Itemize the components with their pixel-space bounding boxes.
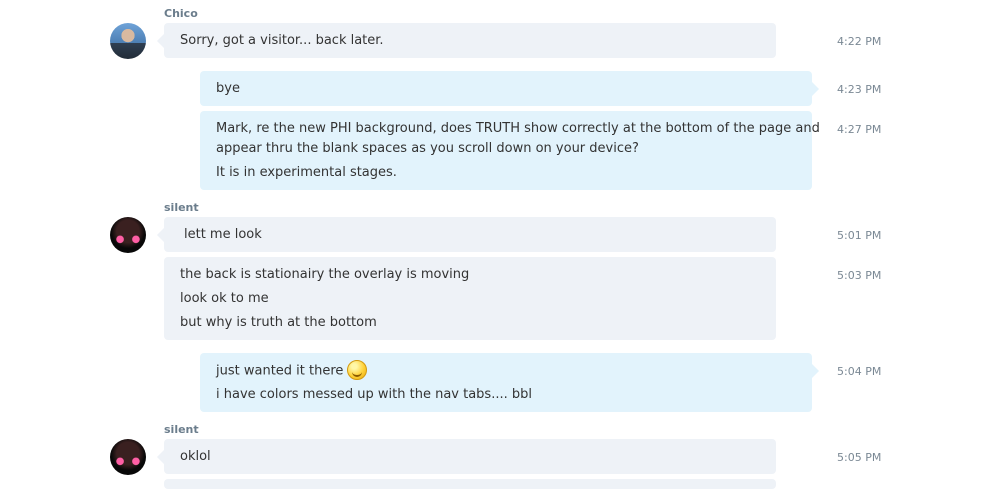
message-bubble[interactable]: just wanted it there i have colors messe… (200, 353, 819, 412)
timestamp: 4:22 PM (837, 35, 882, 48)
message-text: the back is stationairy the overlay is m… (180, 267, 470, 282)
message-text: It is in experimental stages. (216, 165, 397, 180)
avatar[interactable] (110, 23, 146, 59)
timestamp: 5:01 PM (837, 229, 882, 242)
message-bubble[interactable]: lett me look (157, 217, 776, 252)
message-bubble[interactable]: oklol (157, 439, 776, 474)
message-text: appear thru the blank spaces as you scro… (216, 141, 639, 156)
message-text: oklol (180, 449, 211, 464)
smile-emoji-icon (347, 360, 368, 380)
sender-name: Chico (164, 7, 198, 20)
message-bubble[interactable]: bye (200, 71, 819, 106)
avatar[interactable] (110, 439, 146, 475)
timestamp: 5:03 PM (837, 269, 882, 282)
message-text: lett me look (184, 227, 262, 242)
bubble-tail (157, 450, 164, 464)
timestamp: 4:23 PM (837, 83, 882, 96)
bubble-tail (812, 364, 819, 378)
sender-name: silent (164, 201, 199, 214)
message-text: look ok to me (180, 291, 269, 306)
message-bubble[interactable]: Mark, re the new PHI background, does TR… (200, 111, 820, 190)
bubble-tail (812, 82, 819, 96)
message-bubble[interactable]: the back is stationairy the overlay is m… (164, 257, 776, 340)
message-bubble[interactable]: Sorry, got a visitor... back later. (157, 23, 776, 58)
bubble-tail (157, 228, 164, 242)
avatar[interactable] (110, 217, 146, 253)
bubble-tail (157, 34, 164, 48)
message-text: just wanted it there (216, 363, 344, 379)
sender-name: silent (164, 423, 199, 436)
message-text: i have colors messed up with the nav tab… (216, 387, 532, 402)
message-text: Sorry, got a visitor... back later. (180, 33, 384, 48)
timestamp: 5:05 PM (837, 451, 882, 464)
message-text: but why is truth at the bottom (180, 315, 377, 330)
timestamp: 5:04 PM (837, 365, 882, 378)
message-text: Mark, re the new PHI background, does TR… (216, 121, 820, 136)
message-bubble-partial[interactable] (164, 479, 776, 489)
message-text: bye (216, 81, 240, 96)
timestamp: 4:27 PM (837, 123, 882, 136)
